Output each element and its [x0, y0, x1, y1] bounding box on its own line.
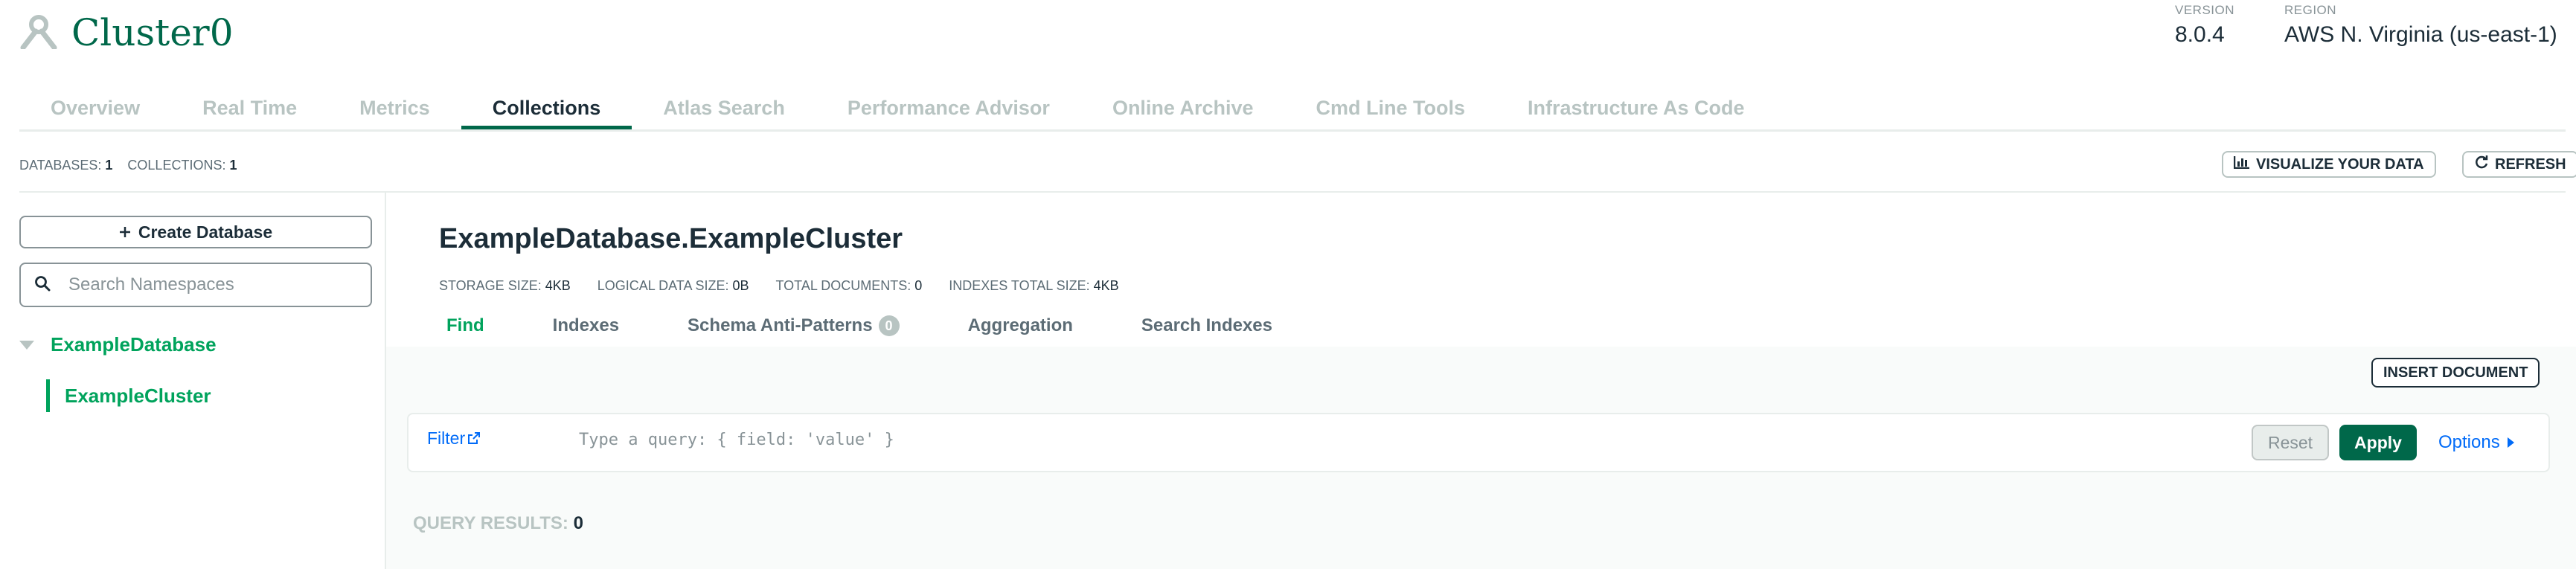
namespace-search: [19, 263, 372, 307]
namespace-title: ExampleDatabase.ExampleCluster: [439, 223, 903, 254]
sidebar-collection-item[interactable]: ExampleCluster: [46, 379, 211, 412]
tab-infrastructure-as-code[interactable]: Infrastructure As Code: [1496, 86, 1776, 129]
refresh-label: REFRESH: [2495, 155, 2566, 173]
bar-chart-icon: [2233, 155, 2250, 173]
insert-document-button[interactable]: INSERT DOCUMENT: [2371, 358, 2540, 388]
storage-size: STORAGE SIZE: 4KB: [439, 278, 571, 294]
tab-overview[interactable]: Overview: [19, 86, 171, 129]
filter-label: Filter: [427, 428, 466, 448]
subtab-indexes[interactable]: Indexes: [553, 315, 619, 336]
logical-data-size: LOGICAL DATA SIZE: 0B: [597, 278, 749, 294]
databases-count: 1: [105, 158, 113, 173]
refresh-icon: [2474, 155, 2489, 174]
indexes-total-size-label: INDEXES TOTAL SIZE:: [949, 278, 1090, 293]
database-name: ExampleDatabase: [51, 333, 217, 356]
options-toggle[interactable]: Options: [2438, 432, 2514, 453]
version-label: VERSION: [2175, 3, 2235, 17]
reset-button[interactable]: Reset: [2252, 425, 2329, 460]
visualize-data-button[interactable]: VISUALIZE YOUR DATA: [2222, 151, 2436, 178]
collections-label: COLLECTIONS:: [127, 158, 226, 173]
caret-down-icon[interactable]: [19, 340, 34, 350]
query-results-count: 0: [573, 513, 583, 533]
subtab-aggregation[interactable]: Aggregation: [968, 315, 1073, 336]
region-info: REGION AWS N. Virginia (us-east-1): [2284, 3, 2557, 48]
sidebar-database-item[interactable]: ExampleDatabase: [19, 333, 217, 356]
create-database-label: Create Database: [138, 222, 273, 242]
query-results: QUERY RESULTS: 0: [413, 513, 583, 534]
storage-size-label: STORAGE SIZE:: [439, 278, 542, 293]
tab-metrics[interactable]: Metrics: [328, 86, 461, 129]
total-documents-value: 0: [914, 278, 923, 293]
collection-subtabs: Find Indexes Schema Anti-Patterns 0 Aggr…: [439, 315, 1341, 336]
schema-count-badge: 0: [878, 315, 900, 336]
caret-right-icon: [2507, 437, 2514, 448]
visualize-data-label: VISUALIZE YOUR DATA: [2256, 155, 2424, 173]
refresh-button[interactable]: REFRESH: [2462, 151, 2576, 178]
search-icon: [34, 275, 51, 295]
storage-size-value: 4KB: [545, 278, 571, 293]
query-results-label: QUERY RESULTS:: [413, 513, 568, 533]
total-documents-label: TOTAL DOCUMENTS:: [775, 278, 911, 293]
cluster-name: Cluster0: [71, 11, 234, 54]
cluster-tabs: Overview Real Time Metrics Collections A…: [19, 86, 2566, 132]
create-database-button[interactable]: Create Database: [19, 216, 372, 248]
namespace-stats: STORAGE SIZE: 4KB LOGICAL DATA SIZE: 0B …: [439, 278, 1119, 294]
collections-count: 1: [229, 158, 237, 173]
version-info: VERSION 8.0.4: [2175, 3, 2234, 48]
tab-collections[interactable]: Collections: [461, 86, 632, 129]
region-value: AWS N. Virginia (us-east-1): [2284, 22, 2557, 47]
cluster-stats: DATABASES: 1 COLLECTIONS: 1: [19, 158, 237, 173]
subtab-schema-anti-patterns[interactable]: Schema Anti-Patterns 0: [688, 315, 900, 336]
subtab-find[interactable]: Find: [446, 315, 484, 336]
options-label: Options: [2438, 432, 2500, 452]
tab-performance-advisor[interactable]: Performance Advisor: [816, 86, 1081, 129]
tab-atlas-search[interactable]: Atlas Search: [632, 86, 816, 129]
logical-data-size-label: LOGICAL DATA SIZE:: [597, 278, 729, 293]
tab-cmd-line-tools[interactable]: Cmd Line Tools: [1285, 86, 1497, 129]
logical-data-size-value: 0B: [732, 278, 749, 293]
tab-online-archive[interactable]: Online Archive: [1081, 86, 1285, 129]
filter-link[interactable]: Filter: [427, 428, 481, 449]
subtab-search-indexes[interactable]: Search Indexes: [1141, 315, 1272, 336]
total-documents: TOTAL DOCUMENTS: 0: [776, 278, 923, 294]
search-namespaces-input[interactable]: [67, 274, 353, 296]
header-divider: [19, 191, 2566, 193]
schema-anti-patterns-label: Schema Anti-Patterns: [688, 315, 873, 335]
tab-real-time[interactable]: Real Time: [171, 86, 328, 129]
external-link-icon: [468, 428, 481, 449]
apply-button[interactable]: Apply: [2339, 425, 2417, 460]
plus-icon: [119, 222, 131, 242]
cluster-header: Cluster0: [19, 10, 234, 55]
region-label: REGION: [2284, 3, 2337, 17]
indexes-total-size-value: 4KB: [1093, 278, 1119, 293]
version-value: 8.0.4: [2175, 22, 2225, 47]
query-input[interactable]: [577, 430, 1622, 450]
cluster-icon: [19, 13, 58, 53]
databases-label: DATABASES:: [19, 158, 102, 173]
indexes-total-size: INDEXES TOTAL SIZE: 4KB: [949, 278, 1118, 294]
